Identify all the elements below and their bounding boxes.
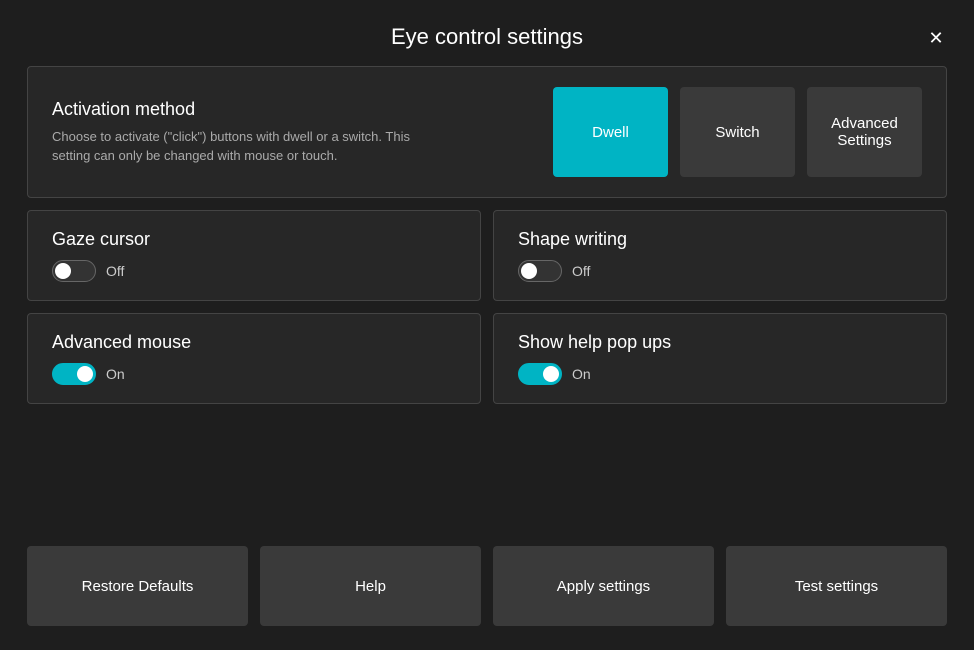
gaze-cursor-row: Off bbox=[52, 260, 456, 282]
close-button[interactable]: ✕ bbox=[918, 20, 954, 56]
page-title: Eye control settings bbox=[391, 24, 583, 50]
advanced-mouse-title: Advanced mouse bbox=[52, 332, 456, 353]
show-help-toggle[interactable] bbox=[518, 363, 562, 385]
toggle-grid: Gaze cursor Off Shape writing Off Advanc… bbox=[27, 210, 947, 404]
shape-writing-thumb bbox=[521, 263, 537, 279]
show-help-label: On bbox=[572, 366, 591, 382]
show-help-section: Show help pop ups On bbox=[493, 313, 947, 404]
activation-label-block: Activation method Choose to activate ("c… bbox=[52, 99, 412, 164]
activation-desc: Choose to activate ("click") buttons wit… bbox=[52, 128, 412, 164]
shape-writing-toggle[interactable] bbox=[518, 260, 562, 282]
advanced-mouse-section: Advanced mouse On bbox=[27, 313, 481, 404]
activation-buttons: Dwell Switch Advanced Settings bbox=[553, 87, 922, 177]
activation-btn-switch[interactable]: Switch bbox=[680, 87, 795, 177]
apply-settings-button[interactable]: Apply settings bbox=[493, 546, 714, 626]
main-content: Activation method Choose to activate ("c… bbox=[27, 66, 947, 650]
advanced-mouse-label: On bbox=[106, 366, 125, 382]
show-help-row: On bbox=[518, 363, 922, 385]
gaze-cursor-title: Gaze cursor bbox=[52, 229, 456, 250]
shape-writing-label: Off bbox=[572, 263, 590, 279]
gaze-cursor-label: Off bbox=[106, 263, 124, 279]
help-button[interactable]: Help bbox=[260, 546, 481, 626]
bottom-buttons: Restore Defaults Help Apply settings Tes… bbox=[27, 546, 947, 650]
advanced-mouse-toggle[interactable] bbox=[52, 363, 96, 385]
test-settings-button[interactable]: Test settings bbox=[726, 546, 947, 626]
gaze-cursor-toggle[interactable] bbox=[52, 260, 96, 282]
title-bar: Eye control settings ✕ bbox=[0, 0, 974, 66]
show-help-title: Show help pop ups bbox=[518, 332, 922, 353]
activation-section: Activation method Choose to activate ("c… bbox=[27, 66, 947, 198]
show-help-thumb bbox=[543, 366, 559, 382]
gaze-cursor-thumb bbox=[55, 263, 71, 279]
shape-writing-section: Shape writing Off bbox=[493, 210, 947, 301]
activation-title: Activation method bbox=[52, 99, 412, 120]
gaze-cursor-section: Gaze cursor Off bbox=[27, 210, 481, 301]
advanced-mouse-thumb bbox=[77, 366, 93, 382]
activation-btn-dwell[interactable]: Dwell bbox=[553, 87, 668, 177]
restore-defaults-button[interactable]: Restore Defaults bbox=[27, 546, 248, 626]
activation-btn-advanced[interactable]: Advanced Settings bbox=[807, 87, 922, 177]
shape-writing-row: Off bbox=[518, 260, 922, 282]
shape-writing-title: Shape writing bbox=[518, 229, 922, 250]
advanced-mouse-row: On bbox=[52, 363, 456, 385]
